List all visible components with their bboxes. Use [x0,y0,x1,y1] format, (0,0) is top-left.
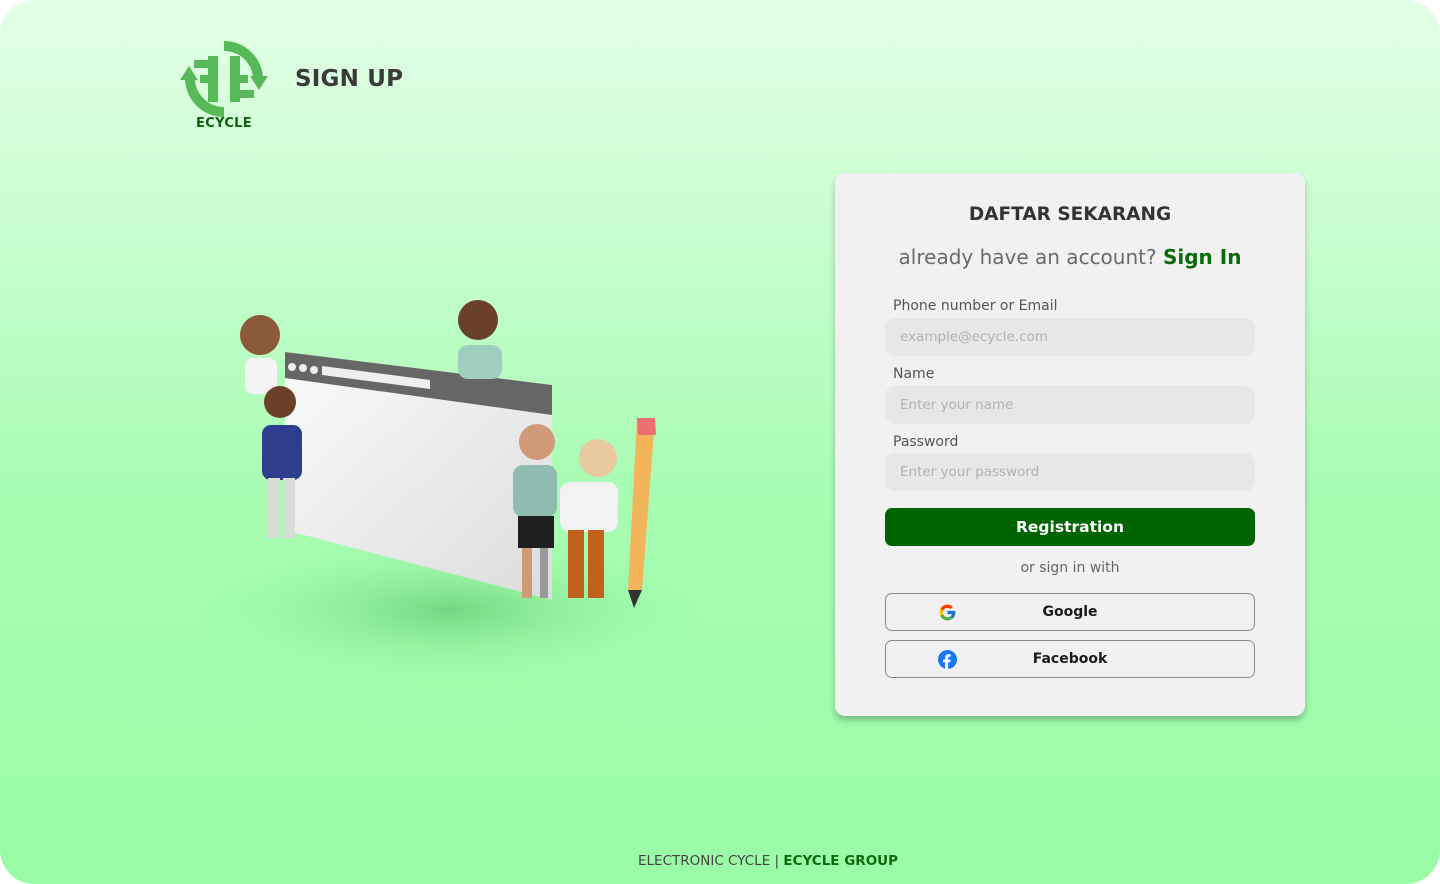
brand-name: ECYCLE [196,116,252,131]
account-prompt-text: already have an account? [898,245,1157,269]
signup-page: ECYCLE SIGN UP DAFTAR SEKARANG already h… [0,0,1440,884]
registration-button[interactable]: Registration [885,508,1255,546]
ecycle-logo[interactable]: ECYCLE [178,40,270,136]
password-field-label: Password [893,434,959,450]
facebook-button-label: Facebook [1032,651,1108,667]
footer-left-text: ELECTRONIC CYCLE [638,853,771,869]
card-title: DAFTAR SEKARANG [968,204,1172,225]
facebook-signin-button[interactable]: Facebook [885,640,1255,678]
email-field[interactable] [885,318,1255,356]
google-button-label: Google [1042,604,1098,620]
name-field-label: Name [893,366,935,382]
team-browser-illustration [150,290,730,690]
page-title: SIGN UP [295,66,404,92]
name-field[interactable] [885,386,1255,424]
footer-separator: | [770,853,784,869]
password-field[interactable] [885,453,1255,491]
recycle-logo-icon [180,40,268,117]
email-field-label: Phone number or Email [893,298,1058,314]
google-signin-button[interactable]: Google [885,593,1255,631]
footer: ELECTRONIC CYCLE | ECYCLE GROUP [638,853,898,869]
footer-group-text: ECYCLE GROUP [783,853,899,869]
sign-in-link[interactable]: Sign In [1163,245,1241,269]
or-sign-in-text: or sign in with [1020,560,1120,576]
people-illustration-icon [190,300,710,685]
account-prompt: already have an account? Sign In [835,245,1305,269]
